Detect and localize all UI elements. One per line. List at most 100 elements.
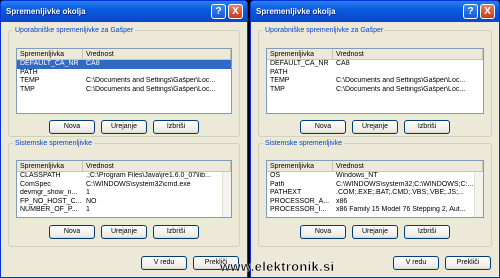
var-value: C:\Documents and Settings\Gašper\Loc... [86, 77, 216, 84]
edit-user-variable-button[interactable]: Urejanje [352, 120, 398, 134]
user-variables-legend: Uporabniške spremenljivke za Gašper [15, 27, 134, 34]
new-user-variable-button[interactable]: Nova [49, 120, 95, 134]
user-variables-legend: Uporabniške spremenljivke za Gašper [265, 27, 384, 34]
edit-system-variable-button[interactable]: Urejanje [352, 225, 398, 239]
var-name: CLASSPATH [20, 172, 61, 179]
ok-button[interactable]: V redu [141, 256, 187, 270]
var-value: NO [86, 197, 97, 205]
list-item[interactable]: PATH [17, 69, 231, 78]
env-vars-dialog-right: Spremenljivke okolja ? X Uporabniške spr… [250, 0, 500, 278]
column-header-value[interactable]: Vrednost [83, 49, 231, 59]
edit-user-variable-button[interactable]: Urejanje [101, 120, 147, 134]
list-item[interactable]: FP_NO_HOST_C... NO [17, 198, 231, 207]
var-name: OS [270, 172, 281, 179]
column-header-value[interactable]: Vrednost [333, 161, 483, 171]
env-vars-dialog-left: Spremenljivke okolja ? X Uporabniške spr… [0, 0, 248, 278]
column-header-value[interactable]: Vrednost [83, 161, 231, 171]
column-header-variable[interactable]: Spremenljivka [17, 49, 83, 59]
var-name: TEMP [20, 77, 40, 84]
var-value [83, 69, 231, 78]
title-bar[interactable]: Spremenljivke okolja ? X [251, 1, 499, 22]
list-item[interactable]: ComSpec C:\WINDOWS\system32\cmd.exe [17, 181, 231, 190]
var-value: C:\WINDOWS\system32;C:\WINDOWS;C:... [336, 180, 474, 188]
system-variables-list[interactable]: Spremenljivka Vrednost CLASSPATH .;C:\Pro… [16, 160, 232, 218]
user-variables-list[interactable]: Spremenljivka Vrednost DEFAULT_CA_NR CA8 … [266, 48, 484, 114]
user-variables-list[interactable]: Spremenljivka Vrednost DEFAULT_CA_NR CA8 … [16, 48, 232, 114]
column-header-variable[interactable]: Spremenljivka [17, 161, 83, 171]
var-name: FP_NO_HOST_C... [20, 197, 82, 205]
list-item[interactable]: NUMBER_OF_P... 1 [17, 206, 231, 215]
system-variables-group: Sistemske spremenljivke Spremenljivka Vr… [258, 140, 492, 247]
column-header-variable[interactable]: Spremenljivka [267, 49, 333, 59]
var-name: ComSpec [20, 180, 51, 188]
system-variables-legend: Sistemske spremenljivke [15, 140, 93, 147]
system-variables-group: Sistemske spremenljivke Spremenljivka Vr… [8, 140, 240, 247]
new-system-variable-button[interactable]: Nova [49, 225, 95, 239]
delete-system-variable-button[interactable]: Izbriši [153, 225, 199, 239]
vertical-scrollbar[interactable] [474, 172, 483, 217]
var-name: DEFAULT_CA_NR [20, 60, 79, 67]
list-item[interactable]: Path C:\WINDOWS\system32;C:\WINDOWS;C:... [267, 181, 483, 190]
dialog-title: Spremenljivke okolja [6, 7, 86, 16]
var-value: C:\WINDOWS\system32\cmd.exe [86, 180, 191, 188]
list-item[interactable]: OS Windows_NT [267, 172, 483, 181]
var-value: C:\Documents and Settings\Gašper\Loc... [86, 85, 216, 93]
list-item[interactable]: TEMP C:\Documents and Settings\Gašper\Loc… [17, 77, 231, 86]
system-variables-list[interactable]: Spremenljivka Vrednost OS Windows_NT Path… [266, 160, 484, 218]
list-item[interactable]: TEMP C:\Documents and Settings\Gašper\Loc… [267, 77, 483, 86]
vertical-scrollbar[interactable] [222, 172, 231, 217]
var-value: 1 [86, 206, 90, 213]
system-buttons: Nova Urejanje Izbriši [9, 225, 239, 239]
var-name: PATHEXT [270, 189, 302, 196]
user-variables-group: Uporabniške spremenljivke za Gašper Spre… [8, 27, 240, 137]
list-item[interactable]: TMP C:\Documents and Settings\Gašper\Loc.… [267, 86, 483, 95]
list-item[interactable]: PROCESSOR_I... x86 Family 15 Model 76 Ste… [267, 206, 483, 215]
edit-system-variable-button[interactable]: Urejanje [101, 225, 147, 239]
list-header: Spremenljivka Vrednost [267, 49, 483, 60]
var-name: NUMBER_OF_P... [20, 206, 78, 213]
list-item[interactable]: PATH [267, 69, 483, 78]
list-item[interactable]: PROCESSOR_A... x86 [267, 198, 483, 207]
var-name: TEMP [270, 77, 290, 84]
list-item[interactable]: DEFAULT_CA_NR CA8 [17, 60, 231, 69]
dialog-title: Spremenljivke okolja [256, 7, 336, 16]
var-name: PROCESSOR_A... [270, 197, 330, 205]
new-user-variable-button[interactable]: Nova [300, 120, 346, 134]
column-header-value[interactable]: Vrednost [333, 49, 483, 59]
list-item[interactable]: devmgr_show_n... 1 [17, 189, 231, 198]
var-name: Path [270, 180, 285, 188]
var-name: PATH [20, 68, 38, 76]
close-icon[interactable]: X [480, 4, 495, 19]
list-item[interactable]: TMP C:\Documents and Settings\Gašper\Loc.… [17, 86, 231, 95]
user-buttons: Nova Urejanje Izbriši [9, 120, 239, 134]
list-item[interactable]: PATHEXT .COM;.EXE;.BAT;.CMD;.VBS;.VBE;.JS… [267, 189, 483, 198]
title-bar[interactable]: Spremenljivke okolja ? X [1, 1, 247, 22]
cancel-button[interactable]: Prekliči [445, 256, 491, 270]
watermark: www.elektronik.si [220, 259, 335, 274]
var-value [333, 69, 483, 78]
system-variables-legend: Sistemske spremenljivke [265, 140, 343, 147]
dialog-buttons: V redu Prekliči [393, 256, 491, 270]
close-icon[interactable]: X [228, 4, 243, 19]
delete-user-variable-button[interactable]: Izbriši [404, 120, 450, 134]
ok-button[interactable]: V redu [393, 256, 439, 270]
var-name: DEFAULT_CA_NR [270, 60, 329, 67]
delete-user-variable-button[interactable]: Izbriši [153, 120, 199, 134]
var-value: 1 [86, 189, 90, 196]
new-system-variable-button[interactable]: Nova [300, 225, 346, 239]
var-value: C:\Documents and Settings\Gašper\Loc... [336, 77, 466, 84]
column-header-variable[interactable]: Spremenljivka [267, 161, 333, 171]
help-icon[interactable]: ? [211, 4, 226, 19]
system-buttons: Nova Urejanje Izbriši [259, 225, 491, 239]
var-name: devmgr_show_n... [20, 189, 78, 196]
user-buttons: Nova Urejanje Izbriši [259, 120, 491, 134]
list-item[interactable]: CLASSPATH .;C:\Program Files\Java\jre1.6.… [17, 172, 231, 181]
list-item[interactable]: DEFAULT_CA_NR CA8 [267, 60, 483, 69]
var-value: x86 Family 15 Model 76 Stepping 2, Aut..… [336, 206, 466, 213]
user-variables-group: Uporabniške spremenljivke za Gašper Spre… [258, 27, 492, 137]
var-value: .COM;.EXE;.BAT;.CMD;.VBS;.VBE;.JS;... [336, 189, 464, 196]
delete-system-variable-button[interactable]: Izbriši [404, 225, 450, 239]
var-value: CA8 [86, 60, 100, 67]
var-value: .;C:\Program Files\Java\jre1.6.0_07\lib.… [86, 172, 211, 179]
help-icon[interactable]: ? [463, 4, 478, 19]
